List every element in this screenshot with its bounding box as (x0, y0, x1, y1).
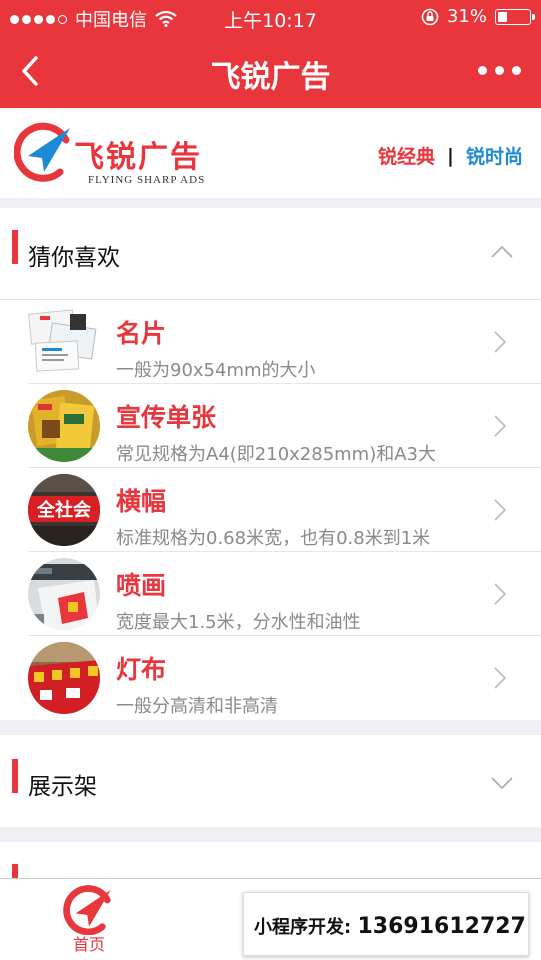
section-header[interactable]: 门票门牌 (0, 842, 541, 882)
item-name: 名片 (116, 319, 167, 348)
tab-home-label: 首页 (72, 935, 105, 954)
thumbnail-business-card (28, 306, 100, 378)
status-bar: 中国电信 上午10:17 31% (0, 0, 541, 34)
link-separator: | (447, 144, 454, 167)
thumbnail-banner-text: 全社会 (36, 499, 91, 521)
section-accent-bar (12, 759, 18, 793)
nav-bar: 飞锐广告 (0, 34, 541, 108)
list-item-business-card[interactable]: 名片 一般为90x54mm的大小 (0, 300, 541, 384)
chevron-down-icon[interactable] (491, 771, 513, 793)
section-accent-bar (12, 230, 18, 264)
battery-percent: 31% (446, 6, 487, 27)
section-header[interactable]: 展示架 (0, 735, 541, 827)
section-display-rack: 展示架 (0, 735, 541, 827)
thumbnail-inkjet-print (28, 558, 100, 630)
brand-header: 飞锐广告 FLYING SHARP ADS 锐经典 | 锐时尚 (0, 108, 541, 198)
link-fashion[interactable]: 锐时尚 (466, 142, 523, 169)
section-tickets: 门票门牌 (0, 842, 541, 882)
chevron-right-icon (494, 331, 507, 353)
item-name: 灯布 (116, 655, 167, 684)
chevron-right-icon (494, 583, 507, 605)
thumbnail-light-cloth (28, 642, 100, 714)
item-name: 宣传单张 (116, 403, 217, 432)
section-recommended: 猜你喜欢 名片 一般为90x54mm的大小 宣传单张 常见规格为A4(即210x… (0, 208, 541, 720)
chevron-right-icon (494, 667, 507, 689)
thumbnail-banner: 全社会 (28, 474, 100, 546)
more-button[interactable] (478, 66, 521, 75)
orientation-lock-icon (421, 8, 439, 25)
section-title: 猜你喜欢 (28, 245, 120, 271)
tab-home[interactable]: 首页 (39, 879, 139, 960)
logo-text: 飞锐广告 (74, 140, 202, 175)
section-title: 展示架 (28, 774, 97, 800)
item-desc: 常见规格为A4(即210x285mm)和A3大 (116, 444, 437, 465)
item-desc: 宽度最大1.5米，分水性和油性 (116, 612, 361, 633)
battery-icon (495, 8, 535, 25)
page-title: 飞锐广告 (210, 60, 331, 95)
item-name: 喷画 (116, 571, 167, 600)
item-desc: 标准规格为0.68米宽，也有0.8米到1米 (116, 528, 431, 549)
list-item-banner[interactable]: 全社会 横幅 标准规格为0.68米宽，也有0.8米到1米 (0, 468, 541, 552)
brand-logo[interactable]: 飞锐广告 FLYING SHARP ADS (14, 118, 219, 190)
link-classic[interactable]: 锐经典 (378, 142, 435, 169)
logo-mark-icon (14, 122, 70, 182)
developer-contact-text: 小程序开发: 13691612727 (254, 913, 526, 939)
list-item-flyer[interactable]: 宣传单张 常见规格为A4(即210x285mm)和A3大 (0, 384, 541, 468)
list-item-inkjet-print[interactable]: 喷画 宽度最大1.5米，分水性和油性 (0, 552, 541, 636)
item-name: 横幅 (116, 487, 167, 516)
chevron-right-icon (494, 415, 507, 437)
chevron-right-icon (494, 499, 507, 521)
thumbnail-flyer (28, 390, 100, 462)
developer-contact-overlay: 小程序开发: 13691612727 (243, 892, 529, 956)
logo-subtitle: FLYING SHARP ADS (88, 174, 206, 186)
section-header[interactable]: 猜你喜欢 (0, 208, 541, 300)
list-item-light-cloth[interactable]: 灯布 一般分高清和非高清 (0, 636, 541, 720)
home-logo-icon (63, 885, 111, 935)
developer-label: 小程序开发: (254, 917, 352, 938)
chevron-up-icon[interactable] (491, 242, 513, 264)
developer-phone: 13691612727 (357, 914, 526, 939)
item-desc: 一般为90x54mm的大小 (116, 360, 316, 381)
item-desc: 一般分高清和非高清 (116, 696, 278, 717)
